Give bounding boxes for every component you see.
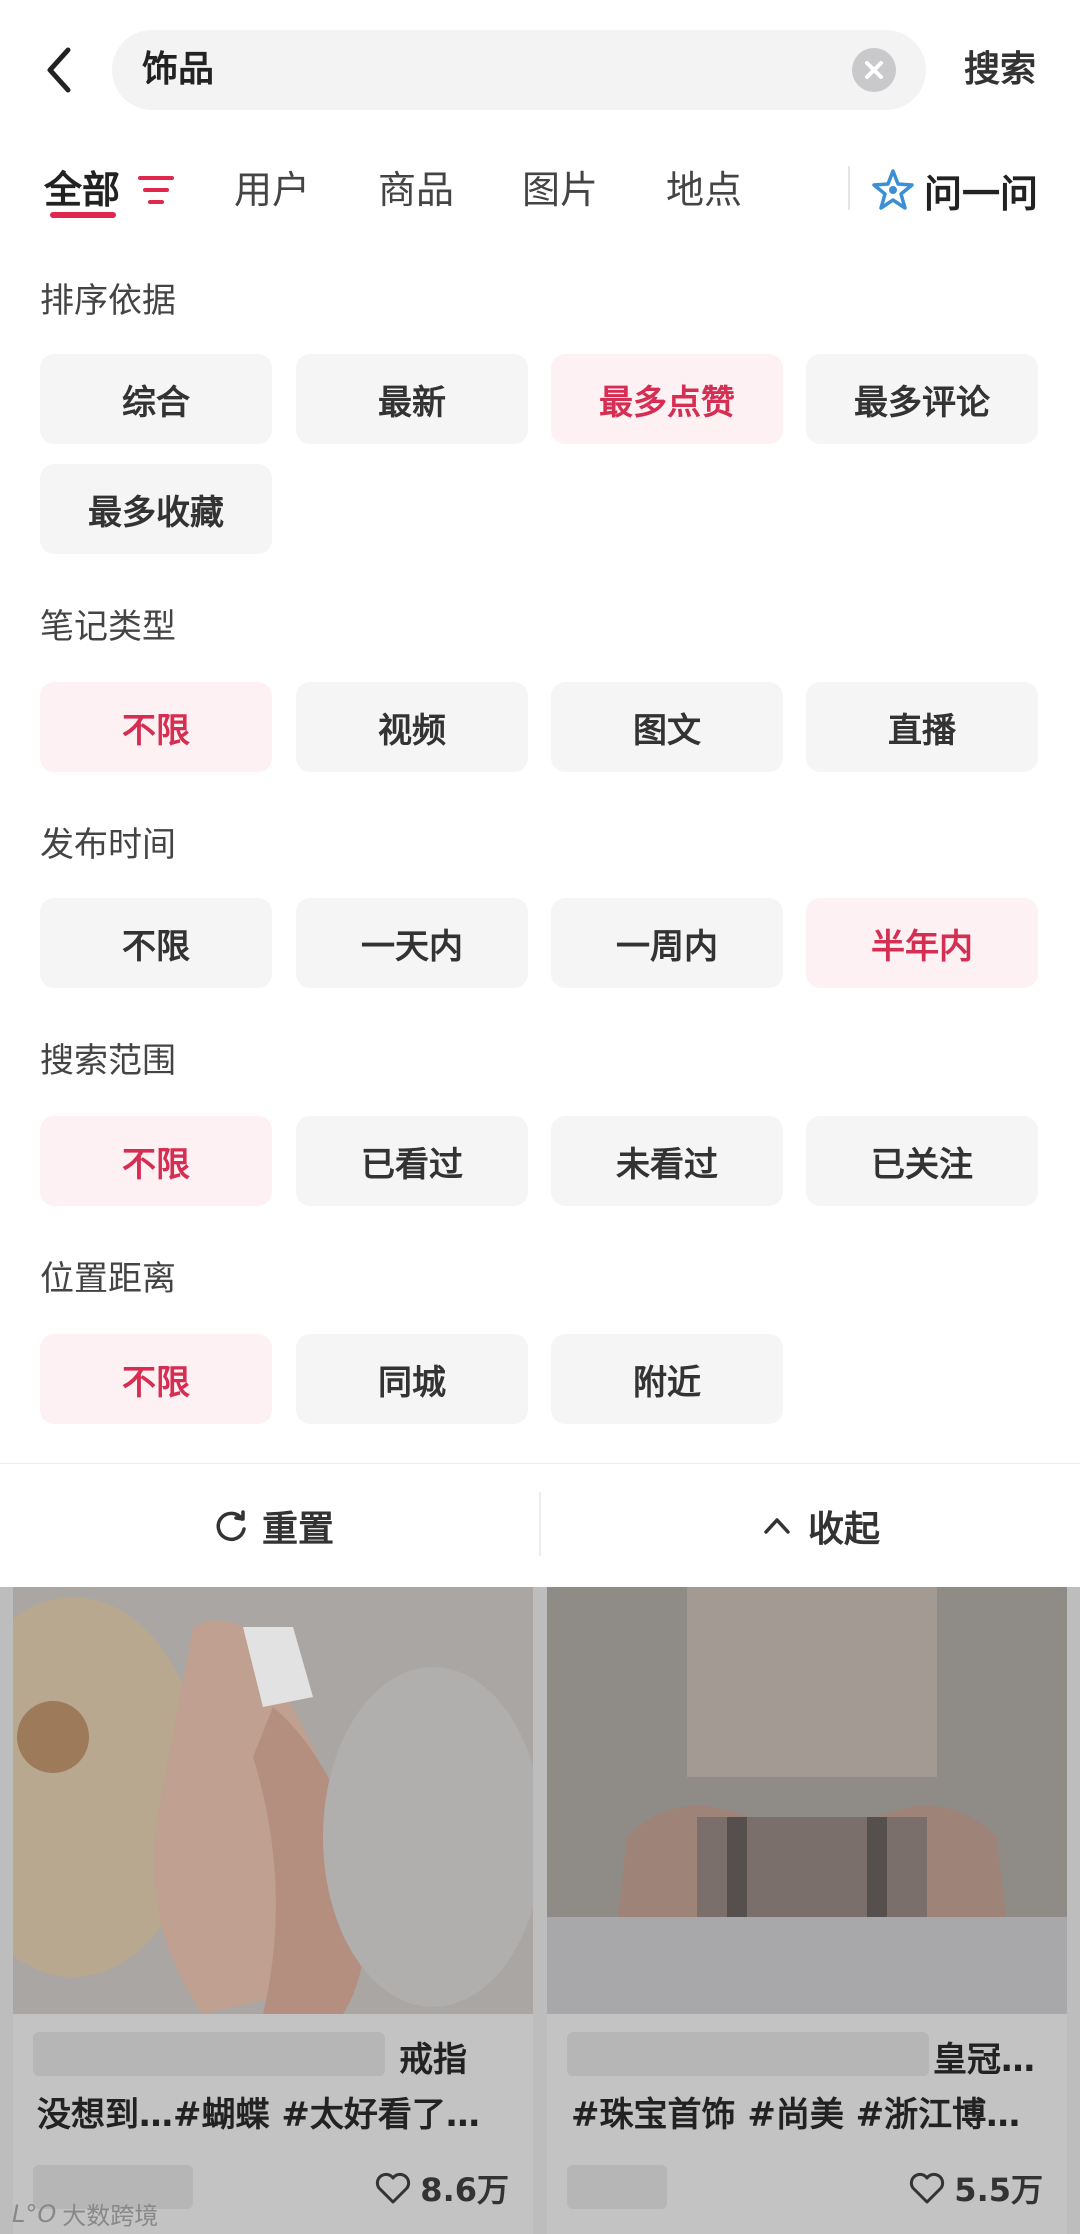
- action-divider: [539, 1492, 541, 1556]
- search-scope-option-not-viewed[interactable]: 未看过: [551, 1116, 783, 1206]
- tab-images[interactable]: 图片: [522, 160, 598, 220]
- collapse-button[interactable]: 收起: [758, 1464, 880, 1588]
- watermark-logo: L°O: [12, 2199, 57, 2228]
- like-count-text: 5.5万: [954, 2171, 1043, 2209]
- reset-button[interactable]: 重置: [212, 1464, 334, 1588]
- publish-time-option-one-day[interactable]: 一天内: [296, 898, 528, 988]
- watermark: L°O 大数跨境: [12, 2196, 158, 2231]
- distance-option-nearby[interactable]: 附近: [551, 1334, 783, 1424]
- like-count[interactable]: 5.5万: [908, 2165, 1043, 2211]
- tab-places[interactable]: 地点: [666, 160, 742, 220]
- back-button[interactable]: [40, 40, 80, 100]
- sparkle-star-icon: [872, 169, 914, 210]
- tab-overflow-fade: [804, 156, 844, 220]
- tab-users[interactable]: 用户: [234, 160, 310, 220]
- heart-icon: [376, 2172, 411, 2204]
- search-scope-option-any[interactable]: 不限: [40, 1116, 272, 1206]
- like-count[interactable]: 8.6万: [374, 2165, 509, 2211]
- clear-search-button[interactable]: [852, 48, 896, 92]
- sort-option-comprehensive[interactable]: 综合: [40, 354, 272, 444]
- sort-option-most-likes[interactable]: 最多点赞: [551, 354, 783, 444]
- search-button[interactable]: 搜索: [964, 46, 1036, 94]
- search-scope-section-title: 搜索范围: [40, 1041, 176, 1081]
- back-arrow-icon: [47, 47, 71, 93]
- blurred-title-block: [33, 2032, 385, 2076]
- sort-section-title: 排序依据: [40, 281, 176, 321]
- active-tab-indicator: [50, 212, 116, 218]
- ask-button[interactable]: 问一问: [870, 160, 1038, 220]
- search-header: 饰品 搜索: [0, 0, 1080, 150]
- distance-option-any[interactable]: 不限: [40, 1334, 272, 1424]
- ask-label: 问一问: [924, 171, 1039, 216]
- publish-time-section-title: 发布时间: [40, 825, 176, 865]
- like-count-text: 8.6万: [420, 2171, 509, 2209]
- sort-option-latest[interactable]: 最新: [296, 354, 528, 444]
- results-grid: 戒指 没想到…#蝴蝶 #太好看了… 8.6万 皇冠… #珠宝首饰 #尚美 #浙江…: [0, 1587, 1080, 2234]
- note-type-option-image-text[interactable]: 图文: [551, 682, 783, 772]
- result-image: [13, 1587, 533, 2014]
- note-type-option-any[interactable]: 不限: [40, 682, 272, 772]
- result-tags: 没想到…#蝴蝶 #太好看了…: [37, 2095, 480, 2135]
- note-type-option-live[interactable]: 直播: [806, 682, 1038, 772]
- publish-time-option-half-year[interactable]: 半年内: [806, 898, 1038, 988]
- filter-action-bar: 重置 收起: [0, 1463, 1080, 1587]
- note-type-section-title: 笔记类型: [40, 607, 176, 647]
- sort-option-most-comments[interactable]: 最多评论: [806, 354, 1038, 444]
- watermark-text: 大数跨境: [62, 2202, 159, 2230]
- blurred-author-block: [567, 2165, 667, 2209]
- search-scope-option-viewed[interactable]: 已看过: [296, 1116, 528, 1206]
- result-card[interactable]: 皇冠… #珠宝首饰 #尚美 #浙江博… 5.5万: [547, 1587, 1067, 2234]
- heart-icon: [910, 2172, 945, 2204]
- result-tags: #珠宝首饰 #尚美 #浙江博…: [571, 2095, 1021, 2135]
- search-input[interactable]: 饰品: [112, 30, 926, 110]
- tab-divider: [848, 166, 850, 210]
- publish-time-option-one-week[interactable]: 一周内: [551, 898, 783, 988]
- sort-option-most-saves[interactable]: 最多收藏: [40, 464, 272, 554]
- close-icon: [865, 61, 883, 79]
- result-image: [547, 1587, 1067, 2014]
- tab-products[interactable]: 商品: [378, 160, 454, 220]
- reset-icon: [216, 1510, 246, 1542]
- reset-label: 重置: [262, 1509, 335, 1550]
- chevron-up-icon: [764, 1518, 790, 1534]
- result-title: 皇冠…: [933, 2040, 1035, 2080]
- note-type-option-video[interactable]: 视频: [296, 682, 528, 772]
- filter-icon[interactable]: [136, 170, 176, 210]
- search-query-text: 饰品: [142, 49, 215, 90]
- blurred-title-block: [567, 2032, 929, 2076]
- distance-option-same-city[interactable]: 同城: [296, 1334, 528, 1424]
- result-card[interactable]: 戒指 没想到…#蝴蝶 #太好看了… 8.6万: [13, 1587, 533, 2234]
- distance-section-title: 位置距离: [40, 1259, 176, 1299]
- result-title: 戒指: [399, 2040, 467, 2080]
- category-tabs: 全部 用户 商品 图片 地点 问一问: [0, 150, 1080, 270]
- publish-time-option-any[interactable]: 不限: [40, 898, 272, 988]
- tab-all[interactable]: 全部: [44, 160, 120, 220]
- collapse-label: 收起: [808, 1509, 881, 1550]
- search-scope-option-following[interactable]: 已关注: [806, 1116, 1038, 1206]
